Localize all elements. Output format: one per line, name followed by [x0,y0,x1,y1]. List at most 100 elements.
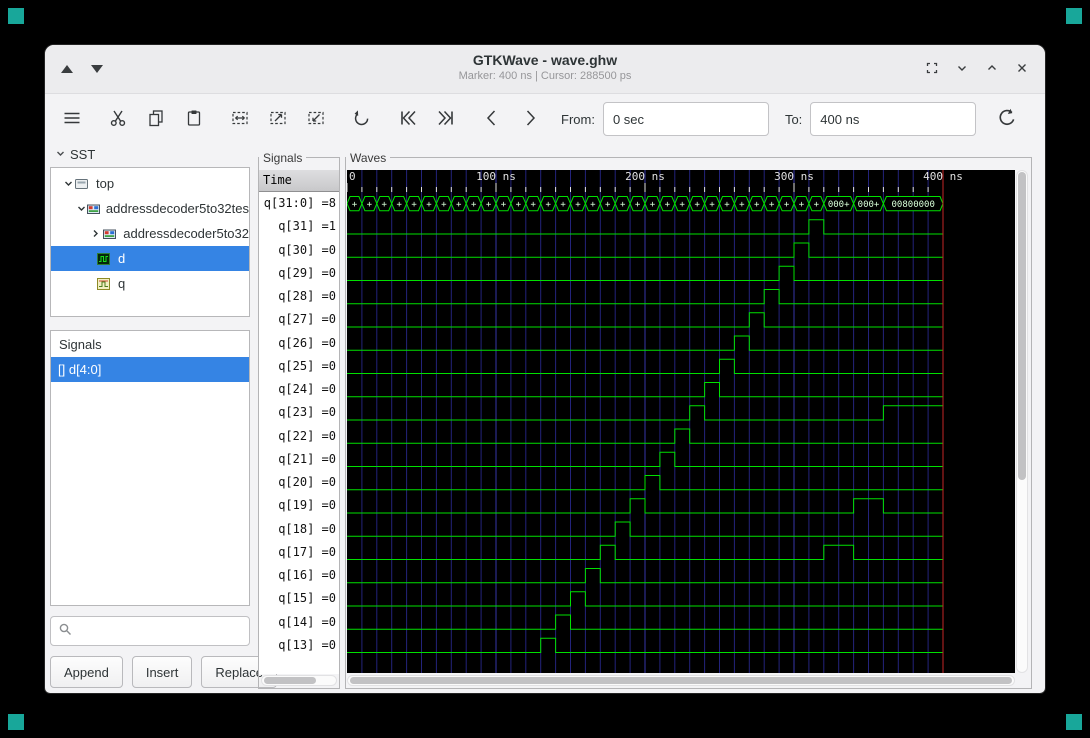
shift-right-button[interactable] [515,104,545,134]
signal-name-row[interactable]: q[19] =0 [259,494,339,517]
tree-item-d[interactable]: d [51,246,249,271]
insert-button[interactable]: Insert [131,656,193,688]
tree-item-addressdecoder5to32tes[interactable]: addressdecoder5to32tes [51,196,249,221]
jump-to-start-button[interactable] [393,104,423,134]
svg-text:+: + [456,200,462,210]
undo-button[interactable] [347,104,377,134]
signal-name-row[interactable]: q[21] =0 [259,448,339,471]
svg-text:000+: 000+ [858,200,880,210]
scrollbar-thumb[interactable] [264,677,316,684]
waves-frame-label: Waves [346,151,391,165]
signal-name-row[interactable]: q[23] =0 [259,401,339,424]
expander-open-icon[interactable] [75,203,87,214]
module-icon [102,228,119,240]
computer-icon [75,178,91,190]
expander-open-icon[interactable] [61,178,75,189]
svg-text:+: + [367,200,373,210]
from-input[interactable] [602,102,769,136]
cut-button[interactable] [103,104,133,134]
waves-horizontal-scrollbar[interactable] [347,675,1015,686]
signal-name-row[interactable]: q[31] =1 [259,215,339,238]
svg-text:00800000: 00800000 [892,200,935,210]
svg-text:+: + [441,200,447,210]
svg-text:0: 0 [349,170,356,183]
restore-icon [925,61,939,78]
expander-closed-icon[interactable] [89,228,103,239]
wave-signal-icon [97,252,113,265]
signal-name-row[interactable]: q[25] =0 [259,355,339,378]
left-signals-panel: Signals [] d[4:0] [50,330,250,606]
jump-to-end-icon [436,108,456,131]
waves-vertical-scrollbar[interactable] [1016,170,1028,673]
jump-to-start-icon [398,108,418,131]
scrollbar-thumb[interactable] [350,677,1012,684]
titlebar: GTKWave - wave.ghw Marker: 400 ns | Curs… [45,45,1045,94]
signal-name-row[interactable]: q[18] =0 [259,518,339,541]
close-button[interactable] [1015,61,1029,78]
svg-text:+: + [545,200,551,210]
copy-button[interactable] [141,104,171,134]
signal-name-row[interactable]: q[29] =0 [259,262,339,285]
scrollbar-thumb[interactable] [1018,172,1026,480]
window-subtitle: Marker: 400 ns | Cursor: 288500 ps [458,70,632,82]
signal-name-row[interactable]: q[16] =0 [259,564,339,587]
svg-text:000+: 000+ [828,200,850,210]
svg-text:100 ns: 100 ns [476,170,516,183]
window-title: GTKWave - wave.ghw [472,52,618,68]
maximize-button[interactable] [985,61,999,78]
append-button[interactable]: Append [50,656,123,688]
signal-name-row[interactable]: q[15] =0 [259,587,339,610]
titlebar-right-controls [925,45,1029,93]
signal-name-row[interactable]: q[22] =0 [259,425,339,448]
sst-tree: top addressdecoder5to32tes addressdecoder5… [50,167,250,317]
sst-expander-icon[interactable] [55,147,66,162]
cut-icon [108,108,128,131]
svg-text:+: + [769,200,775,210]
paste-icon [184,108,204,131]
signal-name-row[interactable]: q[30] =0 [259,239,339,262]
signal-name-row[interactable]: q[26] =0 [259,332,339,355]
wave-canvas[interactable]: 0 100 ns 200 ns 300 ns 400 ns + + + + + + + + + + + + + + +… [347,170,1015,673]
zoom-out-button[interactable] [301,104,331,134]
search-input[interactable] [77,622,242,640]
menu-button[interactable] [57,104,87,134]
tree-item-q[interactable]: q [51,271,249,296]
signal-name-row[interactable]: q[20] =0 [259,471,339,494]
signal-name-row[interactable]: q[27] =0 [259,308,339,331]
screenshot-background: GTKWave - wave.ghw Marker: 400 ns | Curs… [0,0,1090,738]
minimize-button[interactable] [955,61,969,78]
svg-text:+: + [411,200,417,210]
svg-text:+: + [709,200,715,210]
signal-name-row[interactable]: q[17] =0 [259,541,339,564]
svg-text:+: + [396,200,402,210]
signal-name-row[interactable]: q[31:0] =8 [259,192,339,215]
zoom-out-icon [306,108,326,131]
tree-item-addressdecoder5to32[interactable]: addressdecoder5to32 [51,221,249,246]
left-signals-list: [] d[4:0] [51,357,249,382]
signals-horizontal-scrollbar[interactable] [261,675,337,686]
shift-left-button[interactable] [477,104,507,134]
wave-signal2-icon [97,277,113,290]
to-input[interactable] [810,102,977,136]
signal-name-row[interactable]: q[24] =0 [259,378,339,401]
signal-name-row[interactable]: q[14] =0 [259,611,339,634]
svg-text:+: + [694,200,700,210]
zoom-in-button[interactable] [263,104,293,134]
jump-to-end-button[interactable] [431,104,461,134]
toolbar: From: To: [45,93,1045,145]
svg-text:+: + [486,200,492,210]
undo-icon [352,108,372,131]
tree-item-top[interactable]: top [51,171,249,196]
zoom-fit-button[interactable] [225,104,255,134]
reload-button[interactable] [992,104,1022,134]
signal-list-item[interactable]: [] d[4:0] [51,357,249,382]
signal-name-row[interactable]: q[13] =0 [259,634,339,657]
sst-button-row: Append Insert Replace [50,656,278,688]
svg-text:+: + [516,200,522,210]
paste-button[interactable] [179,104,209,134]
zoom-fit-icon [230,108,250,131]
corner-marker [8,8,24,24]
restore-button[interactable] [925,61,939,78]
signal-name-row[interactable]: q[28] =0 [259,285,339,308]
svg-text:+: + [620,200,626,210]
